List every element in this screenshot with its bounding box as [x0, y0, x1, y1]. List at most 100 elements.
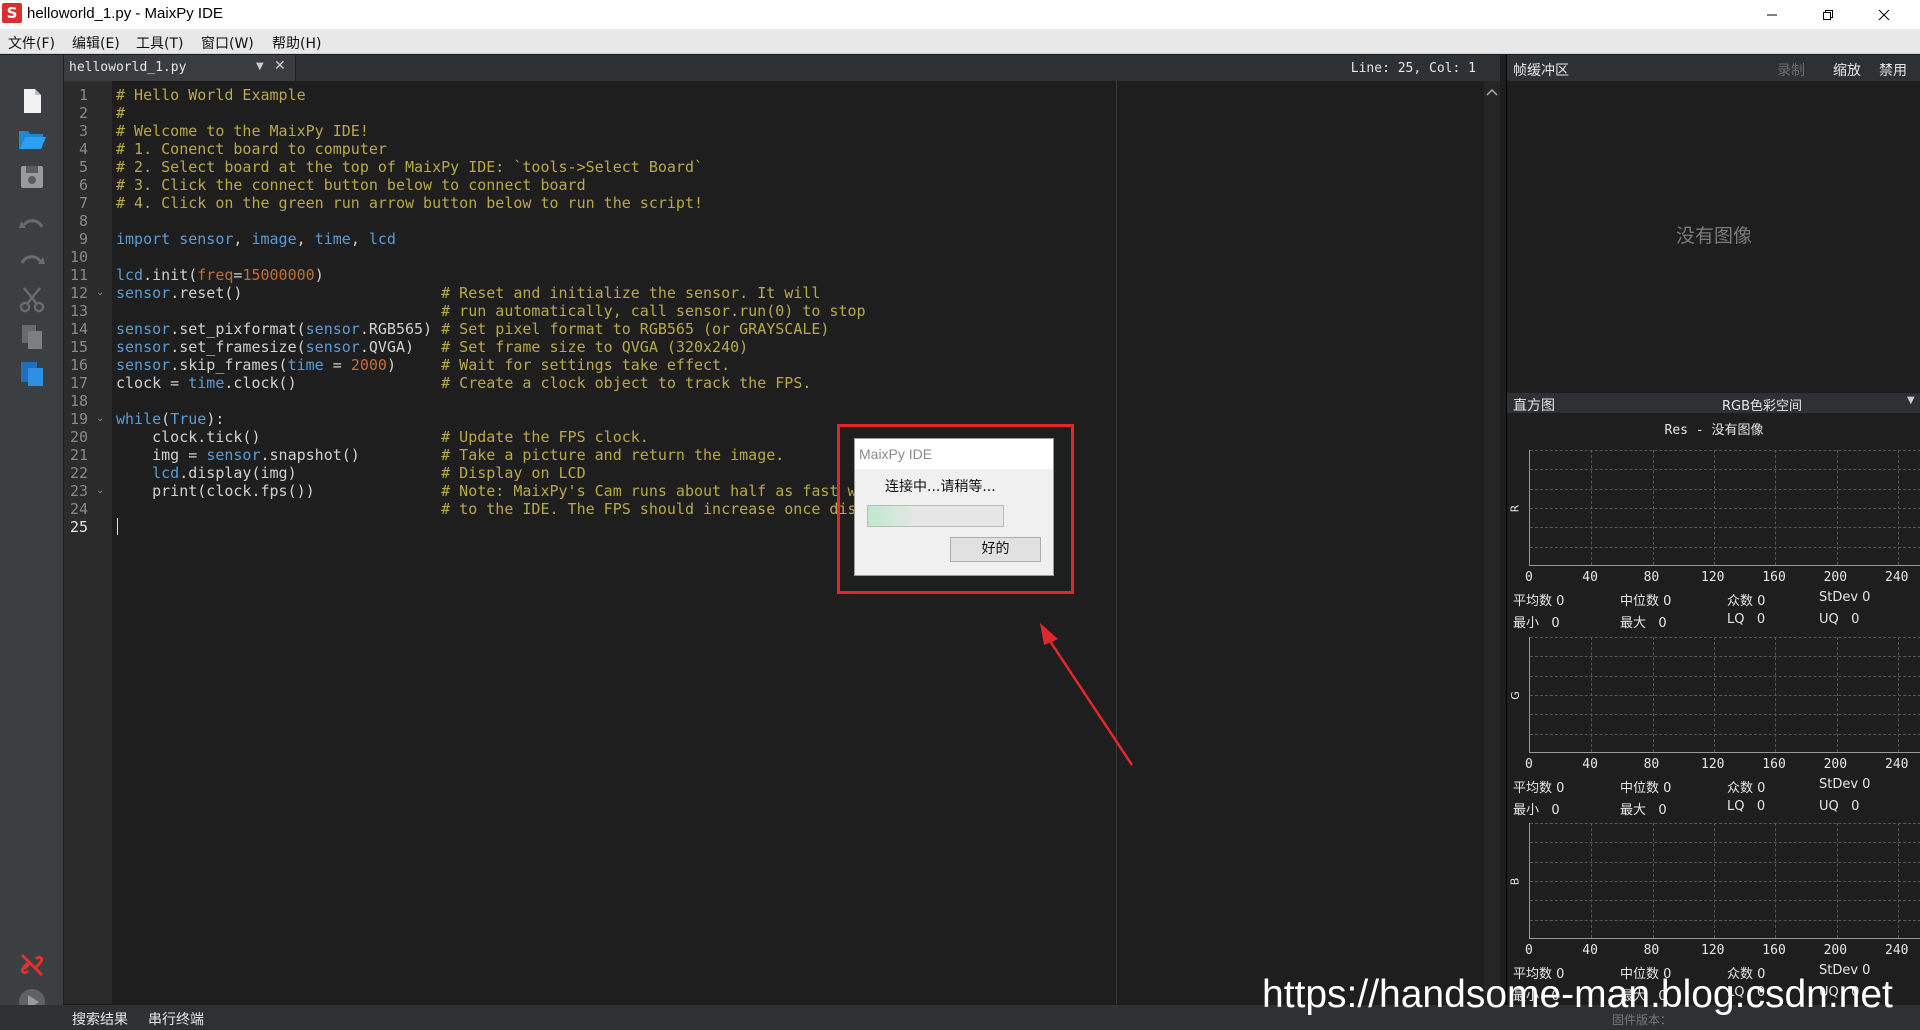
grid-line — [1530, 527, 1920, 529]
copy-icon[interactable] — [16, 321, 48, 353]
progress-fill — [868, 506, 916, 526]
grid-line — [1530, 637, 1920, 638]
histogram-stat: 最小 0 — [1513, 616, 1560, 631]
channel-label: B — [1508, 877, 1522, 886]
line-number: 23 — [69, 482, 88, 500]
menu-file[interactable]: 文件(F) — [8, 33, 55, 53]
line-number: 24 — [69, 500, 88, 518]
open-folder-icon[interactable] — [16, 123, 48, 155]
window-title: helloworld_1.py - MaixPy IDE — [27, 5, 223, 22]
ok-button[interactable]: 好的 — [950, 537, 1041, 562]
menu-help[interactable]: 帮助(H) — [272, 33, 321, 53]
code-line: lcd.display(img) # Display on LCD — [152, 464, 586, 482]
histogram-stat: StDev 0 — [1819, 777, 1871, 792]
dialog-title: MaixPy IDE — [859, 446, 933, 462]
fold-chevron-icon[interactable]: ⌄ — [96, 284, 104, 302]
menu-tools[interactable]: 工具(T) — [136, 33, 183, 53]
channel-label: G — [1508, 691, 1522, 700]
redo-icon[interactable] — [16, 247, 48, 279]
paste-icon[interactable] — [16, 357, 48, 389]
channel-label: R — [1508, 504, 1522, 513]
code-line: sensor.set_framesize(sensor.QVGA) # Set … — [116, 338, 749, 356]
grid-line — [1530, 842, 1920, 844]
undo-icon[interactable] — [16, 211, 48, 243]
frame-buffer-header: 帧缓冲区 录制 缩放 禁用 — [1507, 55, 1920, 81]
record-button[interactable]: 录制 — [1777, 60, 1805, 80]
histogram-stat: LQ 0 — [1727, 799, 1766, 814]
zoom-button[interactable]: 缩放 — [1833, 60, 1861, 80]
x-tick-label: 0 — [1525, 570, 1533, 585]
x-tick-label: 240 — [1885, 570, 1909, 585]
title-bar: S helloworld_1.py - MaixPy IDE — [0, 0, 1920, 29]
grid-line — [1530, 733, 1920, 735]
grid-line — [1530, 507, 1920, 509]
minimize-button[interactable] — [1744, 0, 1800, 29]
x-tick-label: 0 — [1525, 943, 1533, 958]
disconnect-icon[interactable] — [16, 949, 48, 981]
serial-terminal-tab[interactable]: 串行终端 — [148, 1009, 204, 1029]
search-results-tab[interactable]: 搜索结果 — [72, 1009, 128, 1029]
save-icon[interactable] — [16, 161, 48, 193]
code-line: while(True): — [116, 410, 225, 428]
histogram-stat: 众数 0 — [1727, 781, 1766, 796]
fold-chevron-icon[interactable]: ⌄ — [96, 410, 104, 428]
code-line: img = sensor.snapshot() # Take a picture… — [116, 446, 785, 464]
x-tick-label: 40 — [1582, 943, 1598, 958]
x-tick-label: 80 — [1643, 943, 1660, 958]
grid-line — [1530, 656, 1920, 658]
connecting-dialog: MaixPy IDE 连接中...请稍等... 好的 — [854, 438, 1054, 576]
line-number: 14 — [69, 320, 88, 338]
code-editor[interactable]: # Hello World Example # # Welcome to the M… — [112, 81, 1484, 1004]
new-file-icon[interactable] — [16, 85, 48, 117]
x-tick-label: 240 — [1885, 943, 1909, 958]
app-logo-icon: S — [2, 3, 22, 23]
chevron-down-icon[interactable]: ▼ — [1907, 395, 1915, 406]
file-tab[interactable]: helloworld_1.py ▼ ✕ — [64, 55, 296, 81]
code-line: sensor.set_pixformat(sensor.RGB565) # Se… — [116, 320, 830, 338]
x-tick-label: 200 — [1823, 570, 1848, 585]
line-number: 11 — [69, 266, 88, 284]
cursor-position: Line: 25, Col: 1 — [1350, 61, 1476, 76]
line-number: 3 — [78, 122, 88, 140]
histogram-stat: 最大 0 — [1620, 616, 1667, 631]
color-space-select[interactable]: RGB色彩空间 — [1722, 395, 1802, 414]
histogram-plot-g — [1529, 637, 1920, 753]
line-number-gutter: 1 2 3 4 5 6 7 8 9 10 11 12 ⌄ 13 14 15 16 17 18 19 ⌄ 20 21 22 23 ⌄… — [64, 81, 112, 1004]
close-icon — [1878, 9, 1890, 20]
code-line: clock = time.clock() # Create a clock ob… — [116, 374, 812, 392]
editor-scrollbar[interactable] — [1484, 81, 1500, 1004]
code-line: # to the IDE. The FPS should increase on… — [441, 500, 947, 518]
histogram-stat: UQ 0 — [1819, 799, 1860, 814]
grid-line — [1530, 861, 1920, 863]
grid-line — [1530, 675, 1920, 677]
menu-edit[interactable]: 编辑(E) — [72, 33, 120, 53]
disable-button[interactable]: 禁用 — [1879, 60, 1907, 80]
line-number: 15 — [69, 338, 88, 356]
progress-bar — [867, 505, 1004, 527]
histogram-stat: UQ 0 — [1819, 612, 1860, 627]
menu-window[interactable]: 窗口(W) — [201, 33, 254, 53]
code-line: # run automatically, call sensor.run(0) … — [441, 302, 866, 320]
restore-button[interactable] — [1800, 0, 1856, 29]
scroll-up-icon[interactable] — [1484, 85, 1500, 99]
code-line: sensor.skip_frames(time = 2000) # Wait f… — [116, 356, 731, 374]
code-line: sensor.reset() # Reset and initialize th… — [116, 284, 821, 302]
close-tab-icon[interactable]: ✕ — [274, 58, 286, 74]
fold-chevron-icon[interactable]: ⌄ — [96, 482, 104, 500]
line-number: 19 — [69, 410, 88, 428]
text-cursor — [117, 518, 118, 535]
grid-line — [1530, 823, 1920, 824]
line-number: 17 — [69, 374, 88, 392]
x-tick-label: 240 — [1885, 757, 1909, 772]
x-tick-label: 160 — [1762, 757, 1786, 772]
close-button[interactable] — [1856, 0, 1912, 29]
histogram-stat: 中位数 0 — [1620, 781, 1672, 796]
line-number: 7 — [78, 194, 88, 212]
code-line: # — [116, 104, 126, 122]
x-tick-label: 80 — [1643, 570, 1660, 585]
line-number: 20 — [69, 428, 88, 446]
chevron-down-icon[interactable]: ▼ — [256, 61, 264, 72]
histogram-stat: 最大 0 — [1620, 803, 1667, 818]
cut-icon[interactable] — [16, 283, 48, 315]
x-tick-label: 160 — [1762, 943, 1786, 958]
